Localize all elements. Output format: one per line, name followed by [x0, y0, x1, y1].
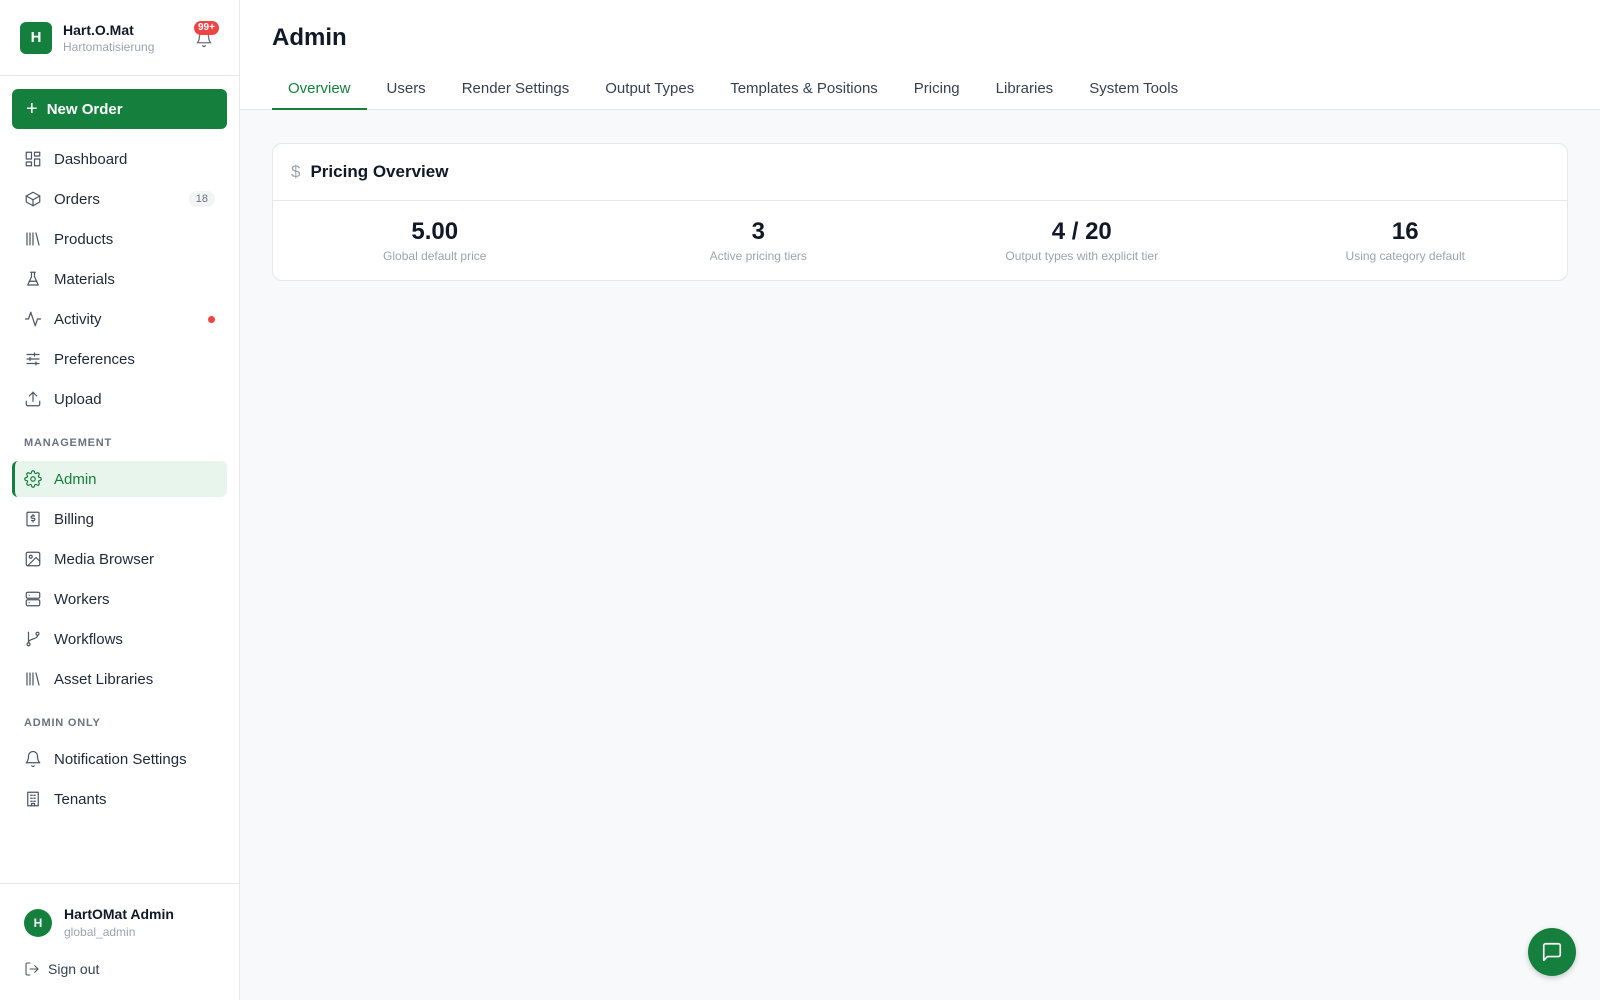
sidebar-item-billing[interactable]: Billing — [12, 501, 227, 537]
notification-badge: 99+ — [194, 21, 219, 35]
receipt-icon — [26, 511, 40, 527]
dollar-icon: $ — [291, 162, 301, 181]
page-title: Admin — [272, 24, 347, 51]
tab-templates-positions[interactable]: Templates & Positions — [714, 74, 894, 110]
sidebar-item-workers[interactable]: Workers — [12, 581, 227, 617]
brand-subtitle: Hartomatisierung — [63, 39, 155, 54]
sidebar-item-label: Workers — [54, 590, 110, 608]
flask-icon — [27, 271, 39, 286]
stat-label: Global default price — [383, 249, 487, 263]
sign-out-icon — [25, 962, 39, 976]
chat-button[interactable] — [1528, 928, 1576, 976]
stat-global-default-price: 5.00 Global default price — [273, 201, 597, 281]
sign-out-label: Sign out — [48, 961, 100, 977]
pricing-stats: 5.00 Global default price 3 Active prici… — [273, 201, 1567, 281]
stat-value: 5.00 — [411, 218, 459, 245]
sidebar-item-upload[interactable]: Upload — [12, 381, 227, 417]
sidebar-item-tenants[interactable]: Tenants — [12, 781, 227, 817]
card-header: $ Pricing Overview — [273, 144, 1567, 201]
upload-icon — [25, 391, 41, 407]
stat-using-category-default: 16 Using category default — [1244, 201, 1568, 281]
activity-unread-dot — [208, 315, 215, 323]
tab-pricing[interactable]: Pricing — [898, 74, 976, 110]
sidebar-item-admin[interactable]: Admin — [12, 461, 227, 497]
tab-system-tools[interactable]: System Tools — [1073, 74, 1194, 110]
sidebar-item-label: Dashboard — [54, 150, 128, 168]
sidebar: H Hart.O.Mat Hartomatisierung 99+ + New … — [0, 0, 240, 1000]
sidebar-item-label: Products — [54, 230, 114, 248]
stat-value: 4 / 20 — [1051, 218, 1112, 245]
dashboard-icon — [25, 151, 41, 167]
new-order-label: New Order — [46, 100, 123, 118]
sidebar-item-label: Billing — [54, 510, 95, 528]
tab-libraries[interactable]: Libraries — [980, 74, 1070, 110]
new-order-button[interactable]: + New Order — [12, 89, 227, 129]
sliders-icon — [26, 352, 40, 366]
stat-active-pricing-tiers: 3 Active pricing tiers — [597, 201, 921, 281]
page-header: Admin Overview Users Render Settings Out… — [240, 0, 1600, 110]
box-icon — [25, 191, 41, 207]
stat-label: Using category default — [1345, 249, 1465, 263]
user-role: global_admin — [64, 925, 136, 939]
sidebar-item-orders[interactable]: Orders 18 — [12, 181, 227, 217]
sidebar-item-preferences[interactable]: Preferences — [12, 341, 227, 377]
sidebar-item-label: Admin — [54, 470, 97, 488]
server-icon — [25, 591, 41, 607]
image-icon — [25, 551, 41, 567]
section-label-management: MANAGEMENT — [24, 437, 113, 449]
sidebar-item-notification-settings[interactable]: Notification Settings — [12, 741, 227, 777]
activity-icon — [24, 311, 42, 327]
user-name: HartOMat Admin — [64, 906, 174, 922]
gear-icon — [24, 470, 42, 488]
tab-output-types[interactable]: Output Types — [589, 74, 710, 110]
sidebar-item-media-browser[interactable]: Media Browser — [12, 541, 227, 577]
stat-output-types-explicit-tier: 4 / 20 Output types with explicit tier — [920, 201, 1244, 281]
stat-value: 16 — [1391, 218, 1419, 245]
bell-icon — [25, 750, 41, 768]
card-title: Pricing Overview — [310, 162, 449, 181]
sidebar-item-products[interactable]: Products — [12, 221, 227, 257]
sidebar-item-materials[interactable]: Materials — [12, 261, 227, 297]
avatar: H — [24, 909, 52, 937]
stat-value: 3 — [751, 218, 765, 245]
tab-overview[interactable]: Overview — [272, 74, 367, 110]
pricing-overview-card: $ Pricing Overview 5.00 Global default p… — [272, 143, 1568, 281]
git-branch-icon — [26, 631, 40, 647]
section-label-admin-only: ADMIN ONLY — [24, 717, 101, 729]
chat-icon — [1542, 942, 1562, 962]
sidebar-item-workflows[interactable]: Workflows — [12, 621, 227, 657]
brand-header: H Hart.O.Mat Hartomatisierung 99+ — [0, 0, 239, 76]
sidebar-item-label: Media Browser — [54, 550, 155, 568]
sidebar-item-label: Workflows — [54, 630, 123, 648]
sidebar-item-dashboard[interactable]: Dashboard — [12, 141, 227, 177]
tab-users[interactable]: Users — [371, 74, 442, 110]
sidebar-item-label: Activity — [54, 310, 102, 328]
sidebar-item-label: Asset Libraries — [54, 670, 154, 688]
sidebar-item-label: Materials — [54, 270, 115, 288]
tab-render-settings[interactable]: Render Settings — [446, 74, 586, 110]
plus-icon: + — [26, 98, 38, 120]
admin-tabs: Overview Users Render Settings Output Ty… — [272, 74, 1198, 110]
sidebar-item-label: Tenants — [54, 790, 107, 808]
stat-label: Output types with explicit tier — [1005, 249, 1159, 263]
sidebar-item-activity[interactable]: Activity — [12, 301, 227, 337]
user-profile: H HartOMat Admin global_admin Sign out — [0, 883, 240, 1000]
sidebar-item-label: Upload — [54, 390, 102, 408]
library-icon — [26, 672, 40, 686]
building-icon — [27, 791, 39, 807]
sidebar-item-label: Orders — [54, 190, 100, 208]
sign-out-button[interactable]: Sign out — [24, 961, 99, 977]
brand-logo: H — [20, 21, 52, 54]
library-icon — [26, 232, 40, 246]
brand-name: Hart.O.Mat — [63, 21, 134, 38]
sidebar-item-asset-libraries[interactable]: Asset Libraries — [12, 661, 227, 697]
orders-count-badge: 18 — [188, 191, 215, 207]
sidebar-item-label: Notification Settings — [54, 750, 187, 768]
stat-label: Active pricing tiers — [709, 249, 807, 263]
sidebar-item-label: Preferences — [54, 350, 135, 368]
